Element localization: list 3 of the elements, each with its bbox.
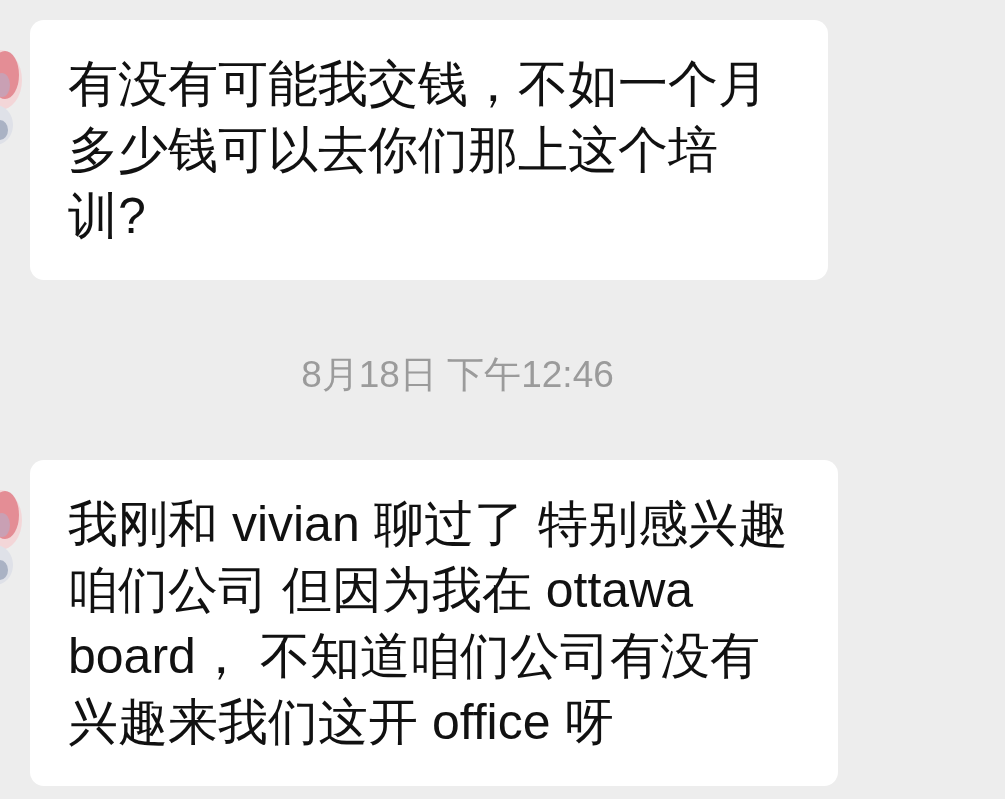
timestamp: 8月18日 下午12:46 — [301, 353, 614, 397]
message-bubble: 有没有可能我交钱，不如一个月多少钱可以去你们那上这个培训? — [30, 20, 828, 280]
message-bubble: 我刚和 vivian 聊过了 特别感兴趣咱们公司 但因为我在 ottawa board， 不知道咱们公司有没有兴趣来我们这开 office 呀 — [30, 460, 838, 786]
